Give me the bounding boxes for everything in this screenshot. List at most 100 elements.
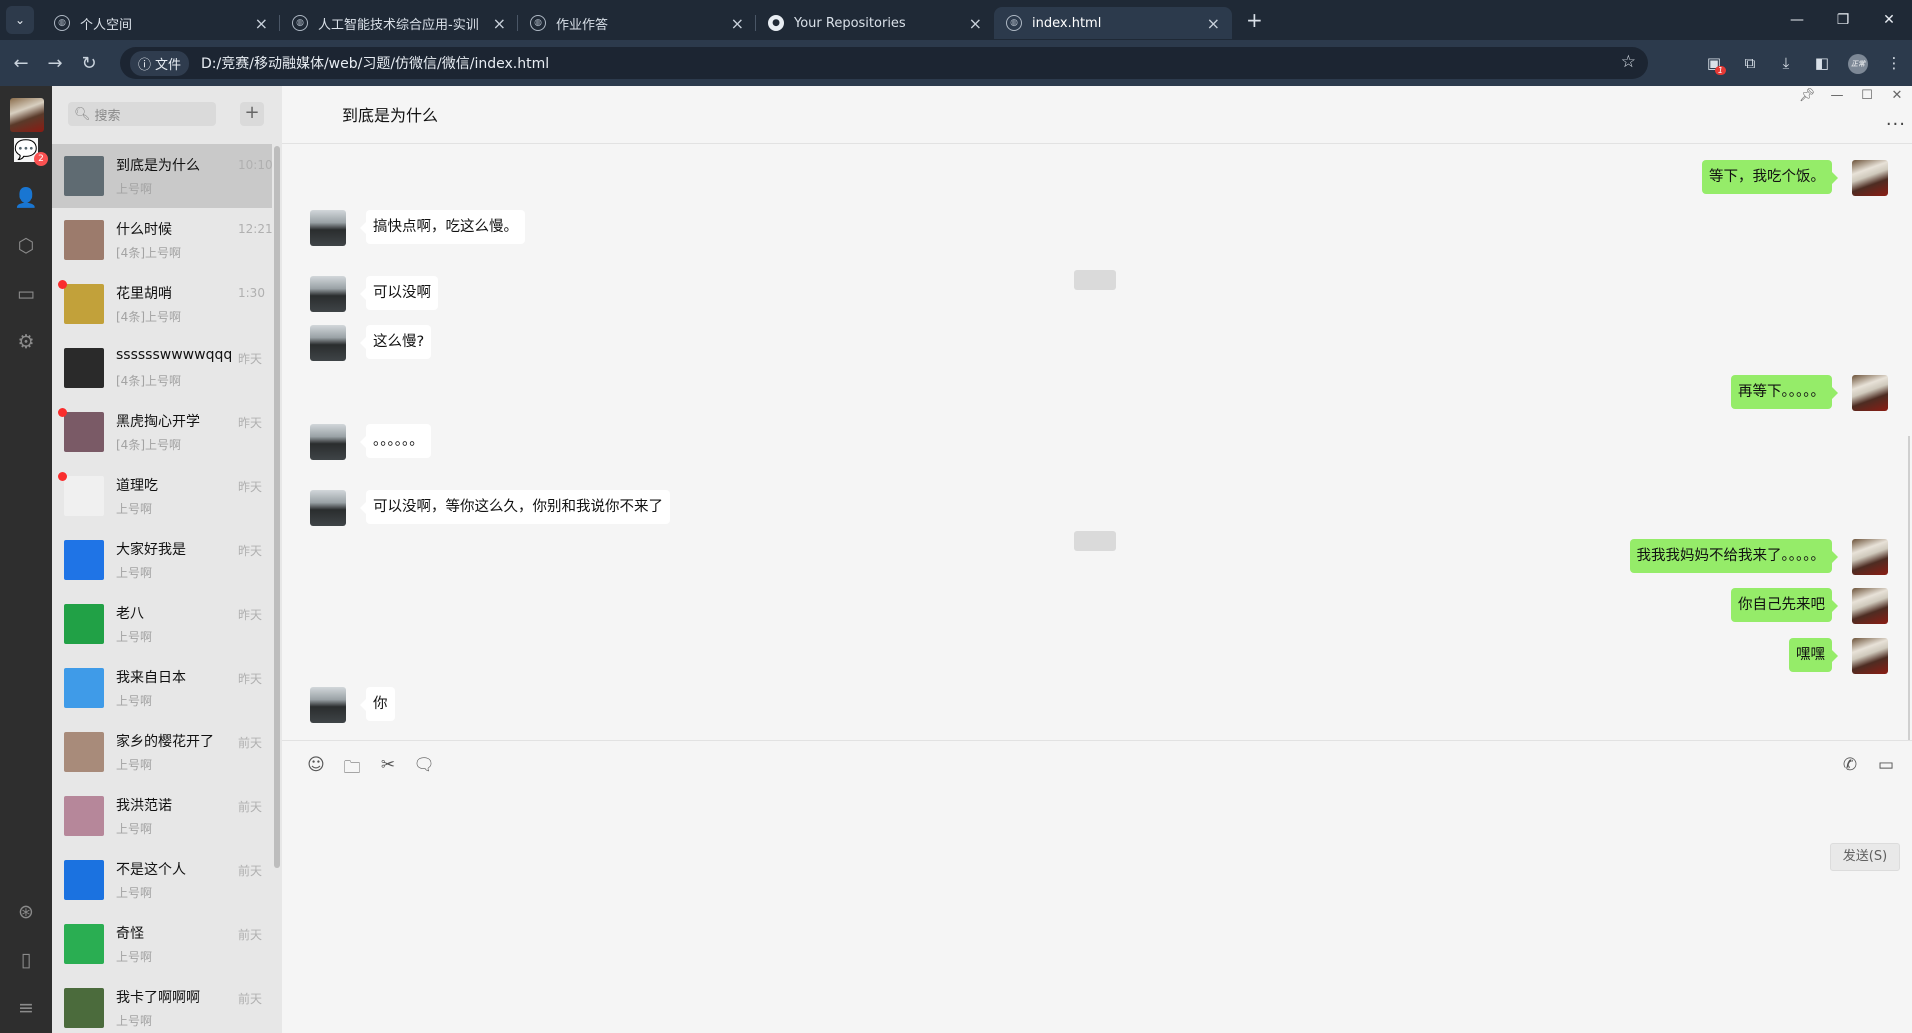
message-bubble[interactable]: 可以没啊 [360,276,438,310]
message-avatar[interactable] [310,490,346,526]
browser-tab[interactable]: ◍ 个人空间 × [42,7,280,39]
address-toolbar: ← → ↻ ⓘ 文件 D:/竞赛/移动融媒体/web/习题/仿微信/微信/ind… [0,40,1912,86]
video-call-icon[interactable]: ▭ [1874,755,1898,777]
message-bubble[interactable]: 。。。。。。 [360,424,431,458]
message-avatar[interactable] [310,424,346,460]
box-icon[interactable]: ⬡ [14,234,38,258]
message-bubble[interactable]: 你自己先来吧 [1731,588,1838,622]
minimize-icon[interactable]: — [1774,12,1820,28]
message-avatar[interactable] [1852,539,1888,575]
conversation-item[interactable]: 奇怪 上号啊 前天 [52,912,272,976]
side-panel-icon[interactable]: ◧ [1804,54,1840,72]
more-options-icon[interactable]: ··· [1886,114,1906,135]
back-icon[interactable]: ← [8,53,34,74]
conversation-item[interactable]: 不是这个人 上号啊 前天 [52,848,272,912]
conversation-item[interactable]: 我来自日本 上号啊 昨天 [52,656,272,720]
new-tab-icon[interactable]: + [1246,8,1263,32]
folder-icon[interactable]: 🗀 [340,755,364,778]
browser-tab[interactable]: ◍ 人工智能技术综合应用-实训 × [280,7,518,39]
list-scrollbar[interactable] [272,144,282,1033]
bookmark-star-icon[interactable]: ☆ [1621,52,1636,72]
scrollbar-thumb[interactable] [274,146,280,868]
reload-icon[interactable]: ↻ [76,53,102,74]
search-input[interactable]: 🔍︎ 搜索 [68,102,216,126]
conversation-item[interactable]: 家乡的樱花开了 上号啊 前天 [52,720,272,784]
conversation-item[interactable]: 老八 上号啊 昨天 [52,592,272,656]
chat-history-icon[interactable]: 🗨 [412,755,436,777]
message-bubble[interactable]: 我我我妈妈不给我来了。。。。。 [1629,539,1838,573]
close-icon[interactable]: ✕ [1882,88,1912,103]
conversation-item[interactable]: 到底是为什么 上号啊 10:10 [52,144,273,208]
message-bubble[interactable]: 嘿嘿 [1789,638,1838,672]
message-avatar[interactable] [1852,375,1888,411]
conversation-item[interactable]: 花里胡哨 [4条]上号啊 1:30 [52,272,272,336]
globe-icon: ◍ [1006,15,1022,31]
profile-avatar[interactable]: 正常 [1840,52,1876,74]
close-tab-icon[interactable]: × [731,14,744,33]
emoji-icon[interactable]: ☺ [304,755,328,777]
phone-call-icon[interactable]: ✆ [1838,755,1862,777]
menu-icon[interactable]: ≡ [14,996,38,1020]
message-bubble[interactable]: 可以没啊，等你这么久，你别和我说你不来了 [360,490,670,524]
conversation-item[interactable]: 道理吃 上号啊 昨天 [52,464,272,528]
miniprogram-icon[interactable]: ⊛ [14,900,38,924]
browser-tab[interactable]: ● Your Repositories × [756,7,994,39]
conversation-item[interactable]: 大家好我是 上号啊 昨天 [52,528,272,592]
conversation-item[interactable]: sssssswwwwqqq [4条]上号啊 昨天 [52,336,272,400]
close-tab-icon[interactable]: × [255,14,268,33]
conversation-item[interactable]: 我卡了啊啊啊 上号啊 前天 [52,976,272,1033]
conversation-item[interactable]: 我洪范诺 上号啊 前天 [52,784,272,848]
message-outgoing: 你自己先来吧 [1731,588,1888,624]
extension-icon[interactable]: ▣ 1 [1696,54,1732,75]
address-bar[interactable]: ⓘ 文件 D:/竞赛/移动融媒体/web/习题/仿微信/微信/index.htm… [120,47,1648,79]
input-area[interactable]: ☺ 🗀 ✂ 🗨 ✆ ▭ 发送(S) [282,740,1912,1033]
message-avatar[interactable] [310,687,346,723]
conversation-preview: [4条]上号啊 [116,438,181,452]
message-outgoing: 嘿嘿 [1789,638,1888,674]
extensions-puzzle-icon[interactable]: ⧉ [1732,54,1768,72]
message-bubble[interactable]: 这么慢? [359,325,432,359]
scissors-icon[interactable]: ✂ [376,755,400,777]
message-avatar[interactable] [1852,160,1888,196]
conversation-item[interactable]: 什么时候 [4条]上号啊 12:21 [52,208,273,272]
forward-icon[interactable]: → [42,53,68,74]
message-avatar[interactable] [1852,588,1888,624]
maximize-icon[interactable]: ☐ [1852,88,1882,103]
pin-icon[interactable]: 📌︎ [1792,88,1822,103]
download-icon[interactable]: ⤓ [1768,54,1804,72]
add-button[interactable]: + [240,102,264,126]
close-tab-icon[interactable]: × [969,14,982,33]
message-avatar[interactable] [310,276,346,312]
message-incoming: 可以没啊，等你这么久，你别和我说你不来了 [310,490,670,526]
restore-icon[interactable]: ❐ [1820,12,1866,28]
conversation-item[interactable]: 黑虎掏心开学 [4条]上号啊 昨天 [52,400,272,464]
settings-icon[interactable]: ⚙ [14,330,38,354]
message-avatar[interactable] [310,210,346,246]
message-bubble[interactable]: 再等下。。。。。 [1731,375,1838,409]
close-tab-icon[interactable]: × [1207,14,1220,33]
site-info-chip[interactable]: ⓘ 文件 [130,50,190,76]
message-bubble[interactable]: 等下，我吃个饭。 [1702,160,1838,194]
github-icon: ● [768,15,784,31]
minimize-icon[interactable]: — [1822,88,1852,103]
browser-menu-icon[interactable]: ⋮ [1876,54,1912,72]
message-bubble[interactable]: 你 [360,687,395,721]
browser-tab-active[interactable]: ◍ index.html × [994,7,1232,39]
close-tab-icon[interactable]: × [493,14,506,33]
contacts-icon[interactable]: 👤 [14,186,38,210]
time-divider [1074,270,1116,290]
conversation-avatar [64,924,104,964]
close-window-icon[interactable]: ✕ [1866,12,1912,28]
conversation-preview: 上号啊 [116,566,153,580]
my-avatar[interactable] [10,98,44,132]
conversation-preview: 上号啊 [116,822,153,836]
folder-icon[interactable]: ▭ [14,282,38,306]
browser-tab[interactable]: ◍ 作业作答 × [518,7,756,39]
conversation-avatar [64,412,104,452]
tab-search-button[interactable]: ⌄ [6,6,34,34]
send-button[interactable]: 发送(S) [1830,843,1900,871]
message-avatar[interactable] [310,325,346,361]
message-avatar[interactable] [1852,638,1888,674]
phone-icon[interactable]: ▯ [14,948,38,972]
message-bubble[interactable]: 搞快点啊，吃这么慢。 [360,210,525,244]
